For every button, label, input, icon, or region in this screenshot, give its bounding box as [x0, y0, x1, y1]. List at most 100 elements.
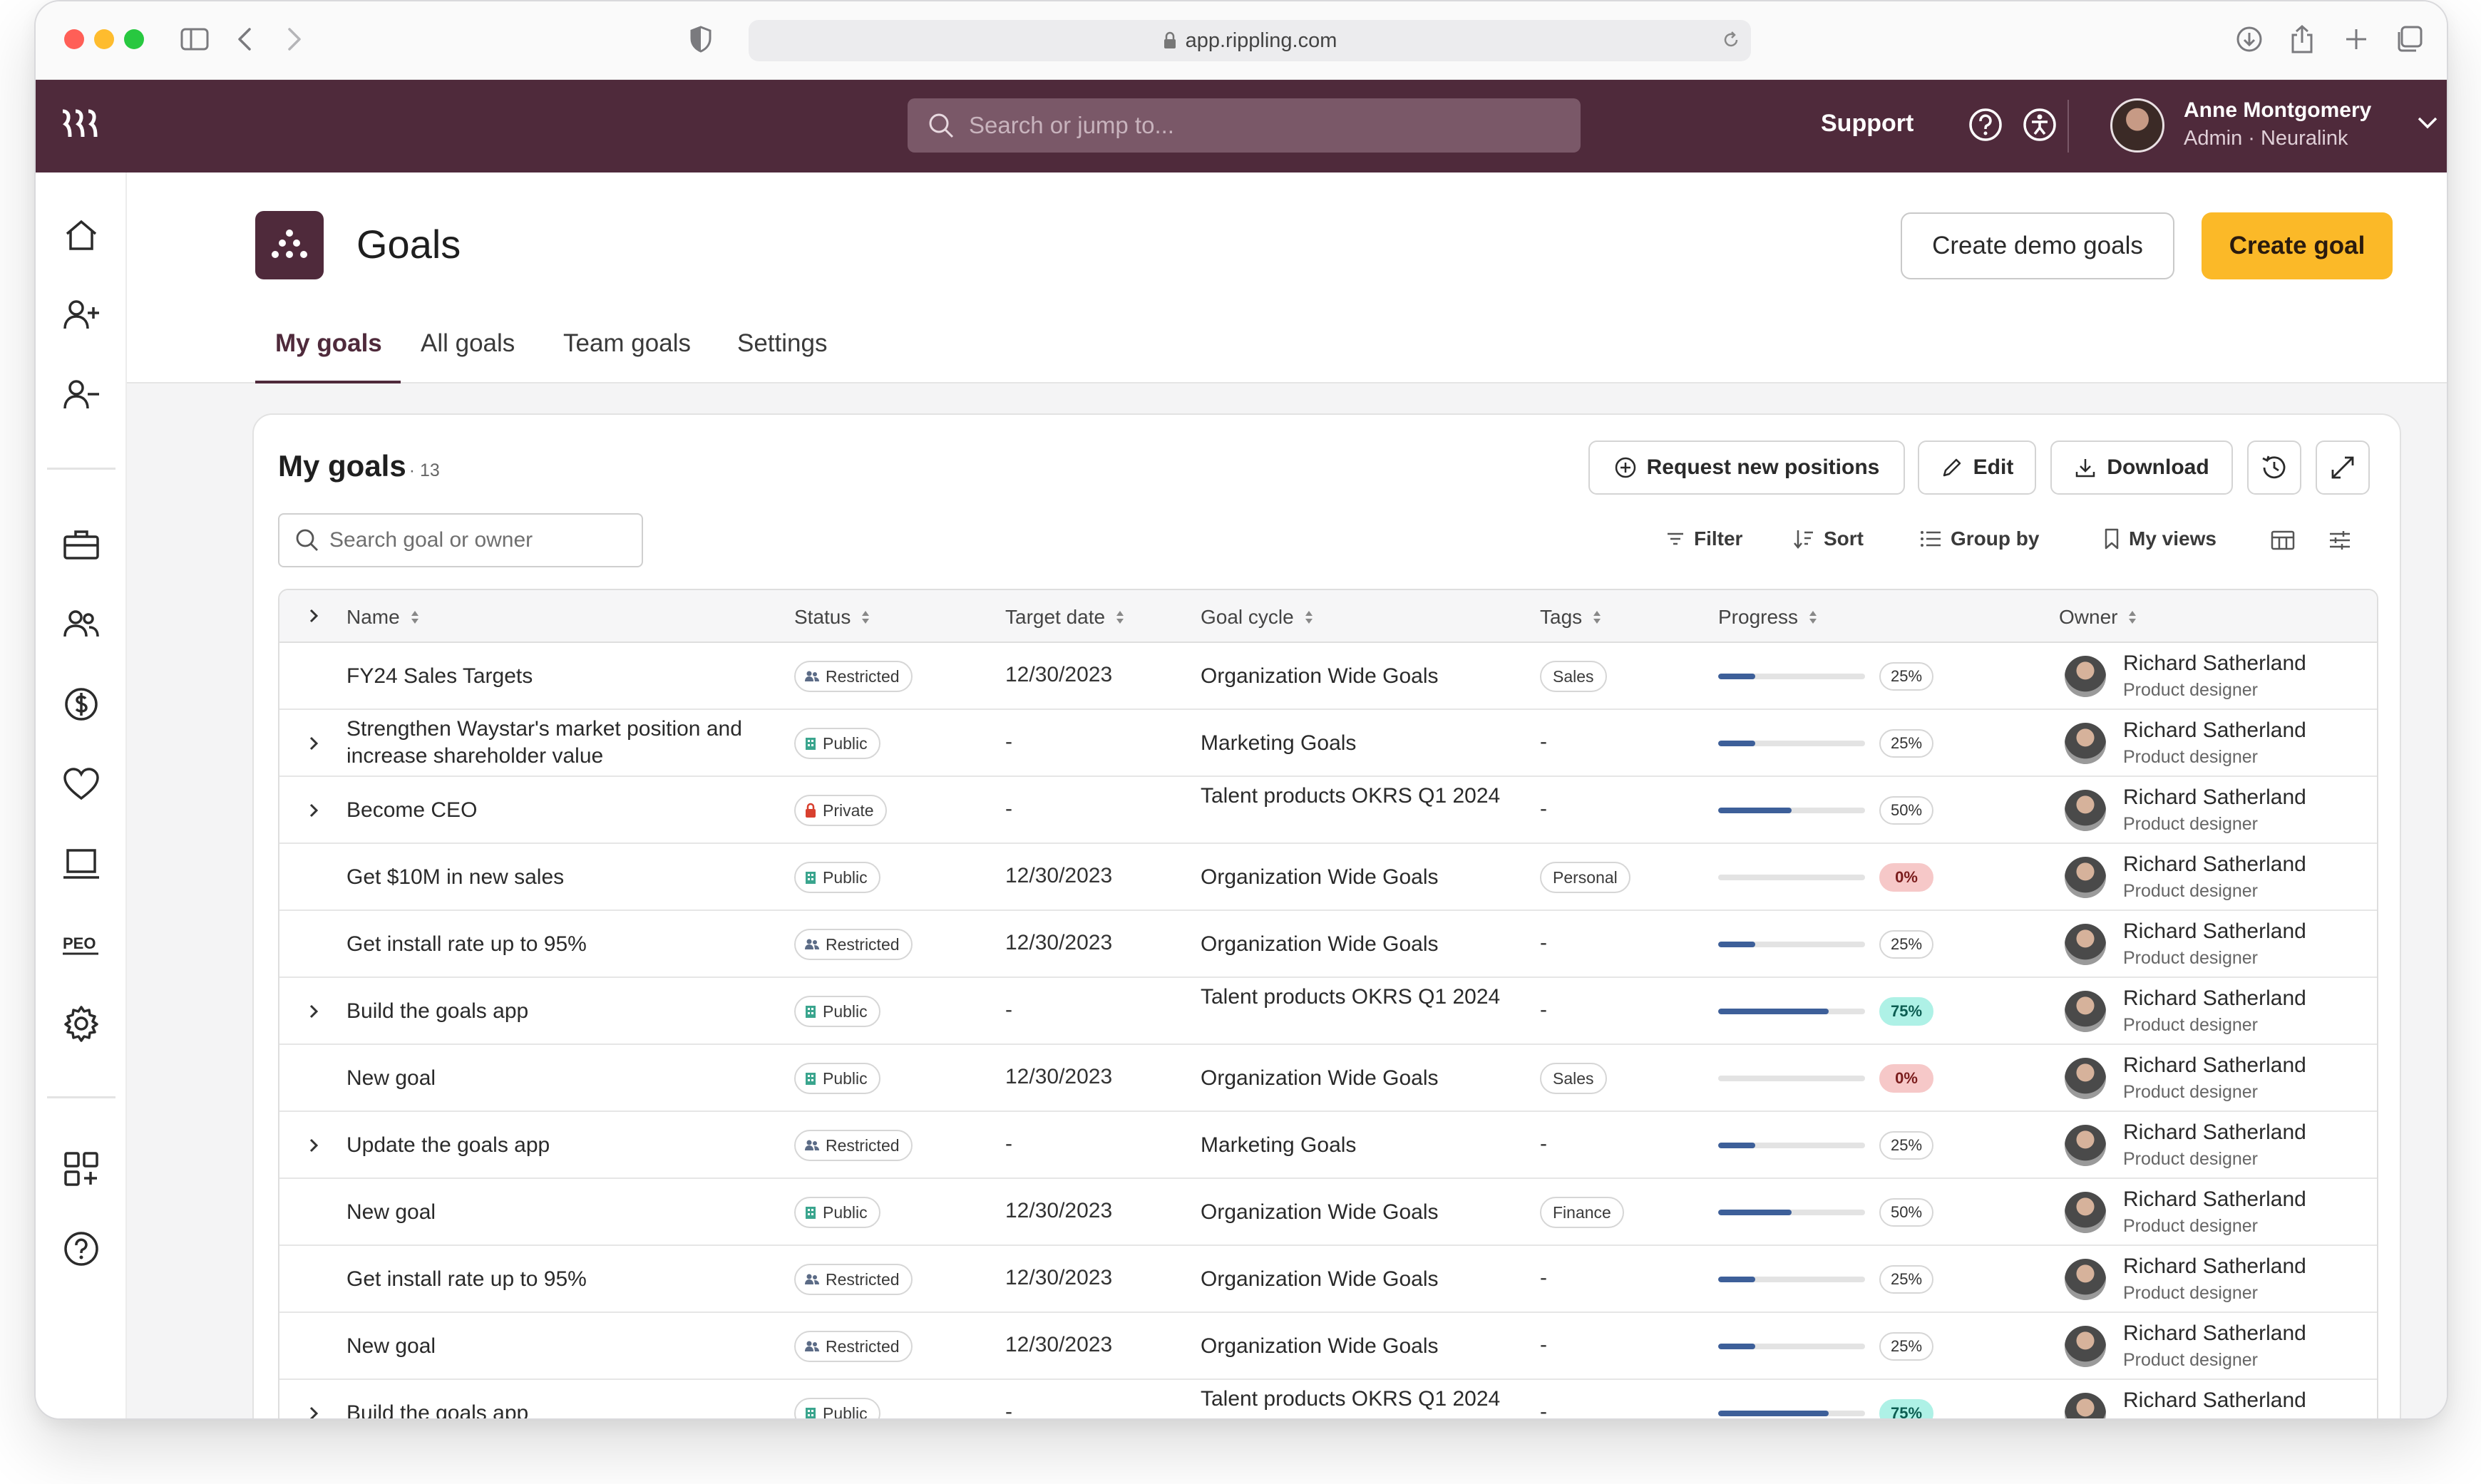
table-row[interactable]: Get install rate up to 95% Restricted 12/3… [279, 1246, 2377, 1313]
laptop-icon[interactable] [58, 841, 104, 887]
owner-name[interactable]: Richard Satherland [2123, 1187, 2306, 1212]
table-row[interactable]: New goal Public 12/30/2023 Organization Wid… [279, 1045, 2377, 1112]
tab-overview-icon[interactable] [2393, 23, 2425, 56]
expand-button[interactable] [2316, 440, 2370, 495]
owner-name[interactable]: Richard Satherland [2123, 785, 2306, 810]
owner-name[interactable]: Richard Satherland [2123, 919, 2306, 944]
table-row[interactable]: Strengthen Waystar's market position and… [279, 710, 2377, 777]
request-new-positions-button[interactable]: Request new positions [1588, 440, 1905, 495]
tag-pill[interactable]: Sales [1540, 1063, 1607, 1094]
history-button[interactable] [2247, 440, 2301, 495]
owner-avatar[interactable] [2065, 1393, 2106, 1418]
goal-name[interactable]: New goal [346, 1065, 774, 1092]
goal-name[interactable]: Update the goals app [346, 1132, 774, 1159]
tab-my-goals[interactable]: My goals [275, 329, 382, 358]
table-row[interactable]: Become CEO Private - Talent products OKRS Q… [279, 777, 2377, 844]
goal-name[interactable]: New goal [346, 1199, 774, 1226]
reload-icon[interactable] [1721, 30, 1741, 50]
goal-name[interactable]: Build the goals app [346, 1400, 774, 1418]
gear-icon[interactable] [58, 1001, 104, 1046]
owner-avatar[interactable] [2065, 1058, 2106, 1099]
tag-pill[interactable]: Sales [1540, 661, 1607, 692]
owner-name[interactable]: Richard Satherland [2123, 986, 2306, 1011]
owner-avatar[interactable] [2065, 991, 2106, 1032]
tab-all-goals[interactable]: All goals [421, 329, 515, 358]
owner-avatar[interactable] [2065, 1326, 2106, 1367]
goal-search-input[interactable] [329, 528, 629, 552]
owner-name[interactable]: Richard Satherland [2123, 651, 2306, 676]
back-icon[interactable] [228, 23, 261, 56]
owner-name[interactable]: Richard Satherland [2123, 852, 2306, 877]
support-link[interactable]: Support [1821, 110, 1914, 138]
create-demo-goals-button[interactable]: Create demo goals [1901, 212, 2174, 279]
table-row[interactable]: New goal Public 12/30/2023 Organization Wid… [279, 1179, 2377, 1246]
user-name[interactable]: Anne Montgomery [2184, 98, 2371, 123]
global-search-field[interactable] [908, 98, 1581, 153]
help-icon[interactable] [1966, 105, 2005, 144]
table-row[interactable]: Get $10M in new sales Public 12/30/2023 Org… [279, 844, 2377, 911]
remove-person-icon[interactable] [58, 372, 104, 418]
user-avatar[interactable] [2110, 98, 2164, 153]
row-expand-chevron-icon[interactable] [304, 1135, 324, 1155]
owner-name[interactable]: Richard Satherland [2123, 1120, 2306, 1145]
accessibility-icon[interactable] [2020, 105, 2059, 144]
create-goal-button[interactable]: Create goal [2202, 212, 2393, 279]
table-row[interactable]: Build the goals app Public - Talent product… [279, 1380, 2377, 1418]
tag-pill[interactable]: Personal [1540, 862, 1630, 893]
sidebar-toggle-icon[interactable] [178, 23, 211, 56]
owner-name[interactable]: Richard Satherland [2123, 1053, 2306, 1078]
global-search-input[interactable] [969, 112, 1539, 139]
apps-icon[interactable] [58, 1146, 104, 1192]
goal-name[interactable]: Build the goals app [346, 998, 774, 1025]
heart-icon[interactable] [58, 761, 104, 807]
downloads-icon[interactable] [2233, 23, 2266, 56]
goal-name[interactable]: Become CEO [346, 797, 774, 824]
goal-name[interactable]: Get $10M in new sales [346, 864, 774, 891]
my-views-button[interactable]: My views [2103, 527, 2217, 550]
briefcase-icon[interactable] [58, 522, 104, 567]
column-header-progress[interactable]: Progress [1718, 606, 1818, 629]
column-header-owner[interactable]: Owner [2059, 606, 2137, 629]
table-row[interactable]: Update the goals app Restricted - Marketing… [279, 1112, 2377, 1179]
tag-pill[interactable]: Finance [1540, 1197, 1624, 1228]
download-button[interactable]: Download [2050, 440, 2233, 495]
forward-icon[interactable] [278, 23, 311, 56]
owner-avatar[interactable] [2065, 723, 2106, 764]
owner-name[interactable]: Richard Satherland [2123, 1388, 2306, 1413]
goal-name[interactable]: Strengthen Waystar's market position and… [346, 716, 774, 770]
column-header-target-date[interactable]: Target date [1005, 606, 1125, 629]
goal-search-field[interactable] [278, 513, 643, 567]
owner-avatar[interactable] [2065, 790, 2106, 831]
column-header-goal-cycle[interactable]: Goal cycle [1201, 606, 1314, 629]
table-row[interactable]: New goal Restricted 12/30/2023 Organization… [279, 1313, 2377, 1380]
owner-avatar[interactable] [2065, 656, 2106, 697]
expand-all-icon[interactable] [304, 606, 324, 626]
owner-avatar[interactable] [2065, 857, 2106, 898]
owner-avatar[interactable] [2065, 1259, 2106, 1300]
owner-avatar[interactable] [2065, 924, 2106, 965]
sliders-icon[interactable] [2326, 526, 2354, 555]
tab-team-goals[interactable]: Team goals [563, 329, 691, 358]
column-header-tags[interactable]: Tags [1540, 606, 1602, 629]
table-row[interactable]: Get install rate up to 95% Restricted 12/3… [279, 911, 2377, 978]
shield-icon[interactable] [684, 23, 717, 56]
maximize-window-button[interactable] [124, 29, 144, 49]
goal-name[interactable]: Get install rate up to 95% [346, 1266, 774, 1293]
owner-avatar[interactable] [2065, 1192, 2106, 1233]
chevron-down-icon[interactable] [2417, 115, 2438, 133]
peo-icon[interactable]: PEO [58, 921, 104, 967]
goal-name[interactable]: FY24 Sales Targets [346, 663, 774, 690]
tab-settings[interactable]: Settings [737, 329, 827, 358]
table-row[interactable]: Build the goals app Public - Talent product… [279, 978, 2377, 1045]
table-row[interactable]: FY24 Sales Targets Restricted 12/30/2023 Or… [279, 643, 2377, 710]
group-by-button[interactable]: Group by [1919, 527, 2039, 550]
home-icon[interactable] [58, 212, 104, 258]
help-icon[interactable] [58, 1226, 104, 1272]
edit-button[interactable]: Edit [1918, 440, 2036, 495]
dollar-icon[interactable] [58, 681, 104, 727]
share-icon[interactable] [2286, 23, 2318, 56]
filter-button[interactable]: Filter [1665, 527, 1742, 550]
add-person-icon[interactable] [58, 292, 104, 338]
row-expand-chevron-icon[interactable] [304, 800, 324, 820]
sort-button[interactable]: Sort [1792, 527, 1864, 550]
